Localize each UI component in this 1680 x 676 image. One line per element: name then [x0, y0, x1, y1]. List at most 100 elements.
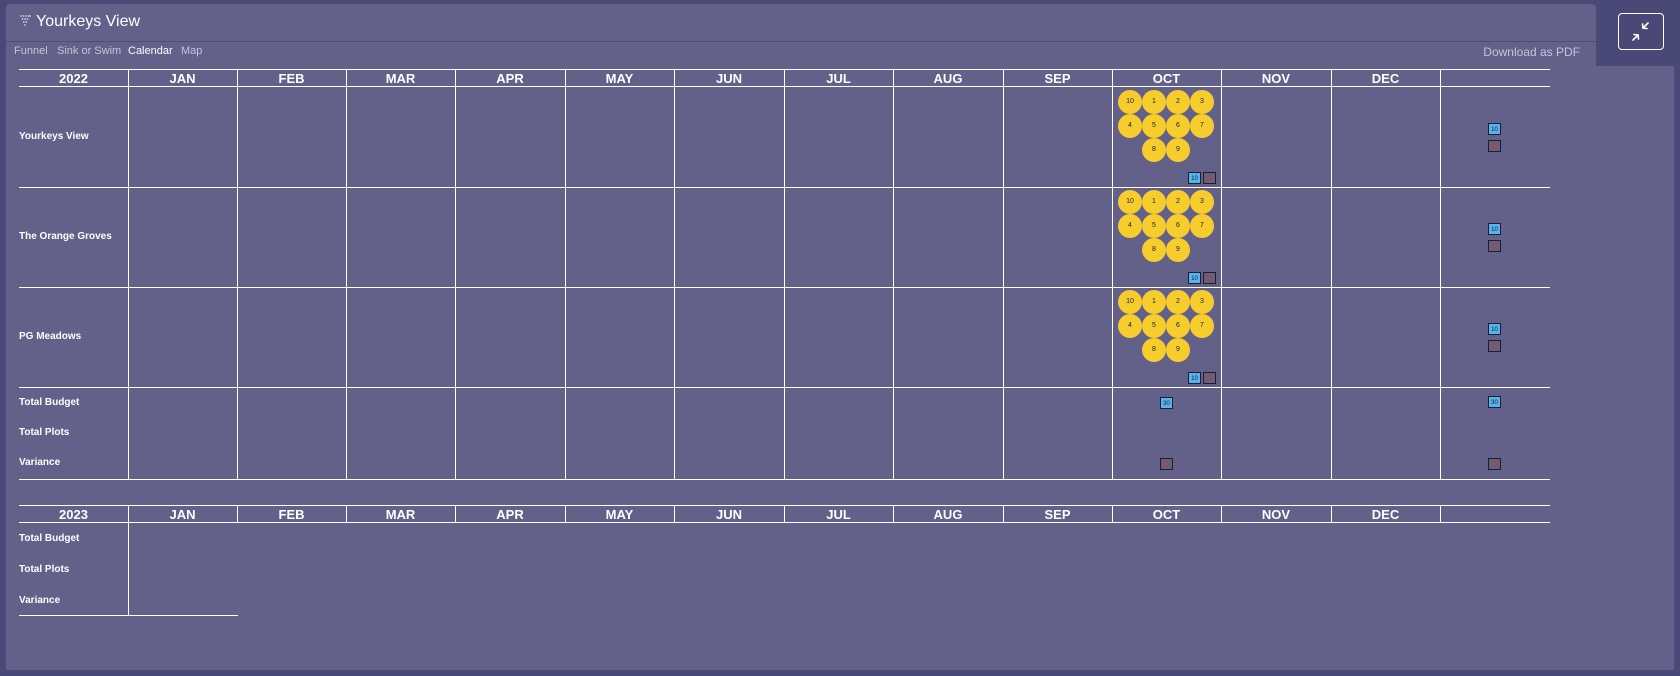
month-header-may: MAY: [605, 71, 634, 86]
plot-marker[interactable]: 7: [1190, 114, 1214, 138]
plot-marker[interactable]: 2: [1166, 190, 1190, 214]
plot-marker[interactable]: 3: [1190, 190, 1214, 214]
divider: [565, 69, 566, 86]
year-budget-box[interactable]: 10: [1488, 123, 1501, 135]
plot-marker[interactable]: 2: [1166, 90, 1190, 114]
year-budget-box[interactable]: 10: [1488, 323, 1501, 335]
divider: [346, 87, 347, 479]
divider: [784, 69, 785, 86]
divider: [674, 87, 675, 479]
plot-marker[interactable]: 9: [1166, 238, 1190, 262]
plot-marker[interactable]: 9: [1166, 338, 1190, 362]
collapse-icon: [1632, 22, 1649, 41]
plot-marker[interactable]: 8: [1142, 138, 1166, 162]
year-label: 2023: [59, 507, 88, 522]
plot-marker[interactable]: 5: [1142, 214, 1166, 238]
month-header-may: MAY: [605, 507, 634, 522]
plot-marker[interactable]: 4: [1118, 114, 1142, 138]
month-header-dec: DEC: [1371, 507, 1400, 522]
plot-marker[interactable]: 6: [1166, 314, 1190, 338]
plot-marker[interactable]: 4: [1118, 314, 1142, 338]
tab-calendar[interactable]: Calendar: [128, 45, 173, 57]
budget-box[interactable]: 10: [1188, 172, 1201, 184]
nav-bar: Funnel Sink or Swim Calendar Map Downloa…: [6, 41, 1596, 66]
plot-marker[interactable]: 1: [1142, 90, 1166, 114]
title-text: Yourkeys View: [36, 13, 141, 30]
plot-marker[interactable]: 6: [1166, 214, 1190, 238]
month-header-nov: NOV: [1261, 71, 1291, 86]
plot-marker[interactable]: 4: [1118, 214, 1142, 238]
year-variance-box[interactable]: 10: [1488, 340, 1501, 352]
month-header-dec: DEC: [1371, 71, 1400, 86]
year-budget-box[interactable]: 10: [1488, 223, 1501, 235]
variance-box[interactable]: 10: [1203, 272, 1216, 284]
budget-box[interactable]: 10: [1188, 372, 1201, 384]
divider: [893, 505, 894, 522]
plot-marker[interactable]: 5: [1142, 114, 1166, 138]
tab-funnel[interactable]: Funnel: [14, 45, 48, 57]
plot-marker[interactable]: 10: [1118, 190, 1142, 214]
divider: [1003, 87, 1004, 479]
divider: [128, 69, 129, 86]
year-total-budget-box[interactable]: 30: [1488, 396, 1501, 408]
divider: [346, 69, 347, 86]
month-header-mar: MAR: [385, 71, 416, 86]
divider: [346, 505, 347, 522]
divider: [19, 615, 238, 616]
total-budget-box[interactable]: 30: [1160, 397, 1173, 409]
month-header-apr: APR: [496, 71, 524, 86]
plot-marker[interactable]: 1: [1142, 290, 1166, 314]
total-variance-box[interactable]: 30: [1160, 458, 1173, 470]
divider: [237, 87, 238, 479]
tab-map[interactable]: Map: [181, 45, 202, 57]
divider: [674, 69, 675, 86]
download-pdf-link[interactable]: Download as PDF: [1483, 45, 1580, 59]
plot-marker[interactable]: 6: [1166, 114, 1190, 138]
divider: [1440, 87, 1441, 479]
divider: [1112, 87, 1113, 479]
plot-marker[interactable]: 3: [1190, 290, 1214, 314]
plot-marker[interactable]: 2: [1166, 290, 1190, 314]
tab-sink-or-swim[interactable]: Sink or Swim: [57, 45, 121, 57]
divider: [19, 479, 1550, 480]
year-variance-box[interactable]: 10: [1488, 240, 1501, 252]
budget-box[interactable]: 10: [1188, 272, 1201, 284]
plot-marker[interactable]: 5: [1142, 314, 1166, 338]
totals-label: Variance: [19, 595, 61, 606]
plot-marker[interactable]: 7: [1190, 214, 1214, 238]
totals-label: Variance: [19, 457, 61, 468]
plot-marker[interactable]: 9: [1166, 138, 1190, 162]
divider: [1331, 505, 1332, 522]
divider: [565, 87, 566, 479]
totals-label: Total Budget: [19, 397, 80, 408]
divider: [128, 505, 129, 522]
month-header-jan: JAN: [169, 507, 196, 522]
variance-box[interactable]: 10: [1203, 372, 1216, 384]
year-variance-box[interactable]: 10: [1488, 140, 1501, 152]
divider: [128, 523, 129, 616]
divider: [1331, 87, 1332, 479]
development-label: PG Meadows: [19, 331, 82, 342]
month-header-nov: NOV: [1261, 507, 1291, 522]
collapse-button[interactable]: [1618, 13, 1664, 50]
year-total-variance-box[interactable]: 30: [1488, 458, 1501, 470]
totals-label: Total Plots: [19, 427, 70, 438]
plot-marker[interactable]: 8: [1142, 338, 1166, 362]
variance-box[interactable]: 10: [1203, 172, 1216, 184]
plot-marker[interactable]: 7: [1190, 314, 1214, 338]
divider: [455, 87, 456, 479]
month-header-apr: APR: [496, 507, 524, 522]
calendar-panel: 2022 JAN FEB MAR APR MAY JUN JUL AUG SEP OCT NOV DEC…: [6, 66, 1674, 670]
plot-marker[interactable]: 10: [1118, 90, 1142, 114]
divider: [1221, 505, 1222, 522]
month-header-oct: OCT: [1152, 71, 1181, 86]
plot-marker[interactable]: 10: [1118, 290, 1142, 314]
plot-marker[interactable]: 1: [1142, 190, 1166, 214]
divider: [1221, 69, 1222, 86]
month-header-jul: JUL: [826, 507, 851, 522]
development-label: The Orange Groves: [19, 231, 112, 242]
plot-marker[interactable]: 3: [1190, 90, 1214, 114]
plot-marker[interactable]: 8: [1142, 238, 1166, 262]
year-label: 2022: [59, 71, 88, 86]
development-label: Yourkeys View: [19, 131, 89, 142]
